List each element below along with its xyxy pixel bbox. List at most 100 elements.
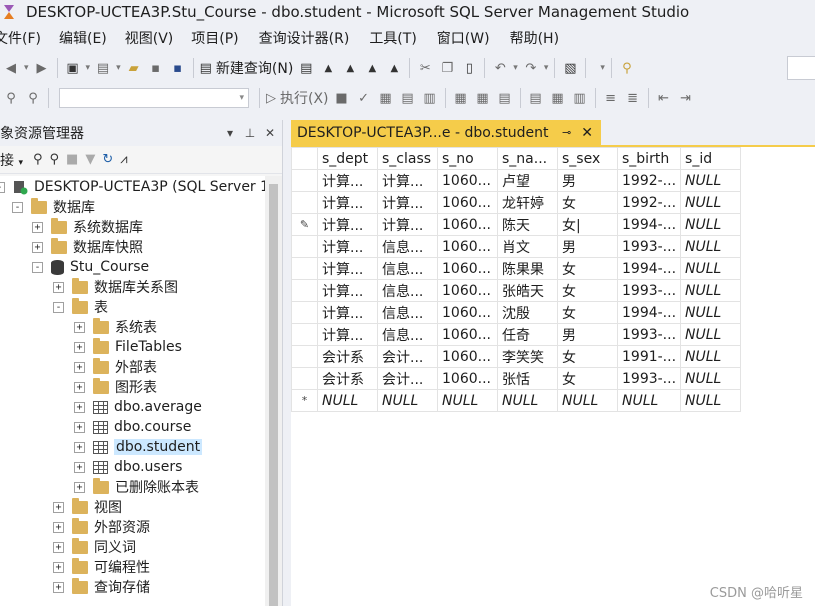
- tree-node-dropped-ledger-tables[interactable]: + 已删除账本表: [74, 477, 199, 497]
- row-header[interactable]: [291, 235, 318, 258]
- solution-config-dropdown-icon[interactable]: ▾: [600, 63, 605, 73]
- activity-icon[interactable]: ⩘: [120, 152, 127, 167]
- cell-s-id[interactable]: NULL: [680, 301, 742, 324]
- paste-icon[interactable]: ▯: [460, 57, 478, 79]
- cell-s-dept[interactable]: 计算...: [317, 213, 378, 236]
- tree-node-system-databases[interactable]: + 系统数据库: [32, 217, 143, 237]
- column-header-s-name[interactable]: s_na...: [497, 147, 558, 170]
- cell-s-class[interactable]: 计算...: [377, 191, 438, 214]
- cell-s-id[interactable]: NULL: [680, 213, 742, 236]
- scrollbar-thumb[interactable]: [269, 184, 278, 606]
- pin-icon[interactable]: ⊥: [242, 126, 258, 140]
- document-tab-dbo-student[interactable]: DESKTOP-UCTEA3P...e - dbo.student ⊸ ✕: [291, 120, 601, 145]
- cell-s-id[interactable]: NULL: [680, 323, 742, 346]
- collapse-icon[interactable]: -: [0, 181, 5, 193]
- cell-s-class[interactable]: 信息...: [377, 279, 438, 302]
- menu-project[interactable]: 项目(P): [187, 28, 242, 48]
- tab-pin-icon[interactable]: ⊸: [562, 126, 571, 139]
- cell-s-no[interactable]: 1060...: [437, 367, 498, 390]
- cell-s-name[interactable]: 肖文: [497, 235, 558, 258]
- refresh-icon[interactable]: ↻: [102, 152, 113, 167]
- cell-s-sex[interactable]: 女: [557, 279, 618, 302]
- tree-node-tables[interactable]: - 表: [53, 297, 108, 317]
- available-databases-select[interactable]: ▾: [59, 88, 249, 108]
- expand-icon[interactable]: +: [53, 541, 64, 553]
- column-header-s-id[interactable]: s_id: [680, 147, 742, 170]
- verify-sql-icon[interactable]: ✓: [355, 87, 373, 109]
- table-row[interactable]: 计算... 计算... 1060... 龙轩婷女 1992-... NULL: [291, 191, 742, 214]
- increase-indent-icon[interactable]: ⇥: [677, 87, 695, 109]
- menu-window[interactable]: 窗口(W): [433, 28, 494, 48]
- row-header[interactable]: [291, 345, 318, 368]
- table-row[interactable]: 计算... 信息... 1060... 任奇男 1993-... NULL: [291, 323, 742, 346]
- cell-s-name[interactable]: NULL: [497, 389, 558, 412]
- cell-s-name[interactable]: 沈殷: [497, 301, 558, 324]
- tree-node-external-tables[interactable]: + 外部表: [74, 357, 157, 377]
- tree-node-dbo-student[interactable]: + dbo.student: [74, 437, 203, 457]
- grid-new-row[interactable]: * NULL NULL NULL NULL NULL NULL NULL: [291, 389, 742, 412]
- dax-query-icon[interactable]: ▲: [385, 57, 403, 79]
- cell-s-class[interactable]: 计算...: [377, 213, 438, 236]
- connect-icon[interactable]: ⚲: [2, 87, 20, 109]
- menu-file[interactable]: 文件(F): [0, 28, 45, 48]
- back-dropdown-icon[interactable]: ▾: [24, 63, 29, 73]
- tree-node-stu-course[interactable]: - Stu_Course: [32, 257, 149, 277]
- cell-s-no[interactable]: 1060...: [437, 345, 498, 368]
- new-project-dropdown-icon[interactable]: ▾: [86, 63, 91, 73]
- stop-icon[interactable]: ■: [66, 152, 78, 167]
- collapse-icon[interactable]: -: [53, 301, 64, 313]
- cell-s-birth[interactable]: 1994-...: [616, 301, 682, 324]
- tree-node-programmability[interactable]: + 可编程性: [53, 557, 150, 577]
- close-icon[interactable]: ✕: [262, 126, 278, 140]
- cell-s-sex[interactable]: NULL: [557, 389, 618, 412]
- cell-s-dept[interactable]: 计算...: [317, 323, 378, 346]
- tree-node-server[interactable]: - DESKTOP-UCTEA3P (SQL Server 1: [0, 177, 265, 197]
- xmla-query-icon[interactable]: ▲: [363, 57, 381, 79]
- cell-s-name[interactable]: 张恬: [497, 367, 558, 390]
- cancel-query-icon[interactable]: ■: [333, 87, 351, 109]
- cell-s-class[interactable]: 计算...: [377, 169, 438, 192]
- table-row[interactable]: 计算... 计算... 1060... 卢望男 1992-... NULL: [291, 169, 742, 192]
- column-header-s-birth[interactable]: s_birth: [616, 147, 682, 170]
- cell-s-id[interactable]: NULL: [680, 169, 742, 192]
- tree-node-filetables[interactable]: + FileTables: [74, 337, 182, 357]
- activity-monitor-icon[interactable]: ▧: [561, 57, 579, 79]
- tree-node-database-snapshots[interactable]: + 数据库快照: [32, 237, 143, 257]
- row-header[interactable]: *: [291, 389, 318, 412]
- redo-icon[interactable]: ↷: [522, 57, 540, 79]
- results-to-grid-icon[interactable]: ▦: [549, 87, 567, 109]
- results-to-file-icon[interactable]: ▥: [571, 87, 589, 109]
- cell-s-name[interactable]: 任奇: [497, 323, 558, 346]
- cell-s-class[interactable]: 信息...: [377, 323, 438, 346]
- open-file-icon[interactable]: ▰: [125, 57, 143, 79]
- table-row[interactable]: 计算... 信息... 1060... 张皓天女 1993-... NULL: [291, 279, 742, 302]
- show-diagram-pane-icon[interactable]: ▦: [377, 87, 395, 109]
- cell-s-name[interactable]: 卢望: [497, 169, 558, 192]
- collapse-icon[interactable]: -: [32, 261, 43, 273]
- disconnect-icon[interactable]: ⚲: [50, 152, 60, 167]
- row-header[interactable]: [291, 301, 318, 324]
- row-header[interactable]: [291, 169, 318, 192]
- expand-icon[interactable]: +: [74, 381, 85, 393]
- cell-s-sex[interactable]: 女: [557, 191, 618, 214]
- cell-s-dept[interactable]: NULL: [317, 389, 378, 412]
- copy-icon[interactable]: ❐: [438, 57, 456, 79]
- tree-node-dbo-average[interactable]: + dbo.average: [74, 397, 202, 417]
- tree-node-graph-tables[interactable]: + 图形表: [74, 377, 157, 397]
- cell-s-name[interactable]: 龙轩婷: [497, 191, 558, 214]
- tree-node-synonyms[interactable]: + 同义词: [53, 537, 136, 557]
- expand-icon[interactable]: +: [74, 341, 85, 353]
- row-header[interactable]: [291, 257, 318, 280]
- cell-s-dept[interactable]: 计算...: [317, 235, 378, 258]
- cell-s-dept[interactable]: 计算...: [317, 301, 378, 324]
- cell-s-name[interactable]: 陈天: [497, 213, 558, 236]
- add-derived-table-icon[interactable]: ▤: [496, 87, 514, 109]
- menu-view[interactable]: 视图(V): [121, 28, 178, 48]
- panel-menu-icon[interactable]: ▾: [222, 126, 238, 140]
- new-project-icon[interactable]: ▣: [64, 57, 82, 79]
- row-header[interactable]: ✎: [291, 213, 318, 236]
- cell-s-no[interactable]: 1060...: [437, 323, 498, 346]
- cell-s-id[interactable]: NULL: [680, 257, 742, 280]
- cell-s-id[interactable]: NULL: [680, 345, 742, 368]
- undo-dropdown-icon[interactable]: ▾: [513, 63, 518, 73]
